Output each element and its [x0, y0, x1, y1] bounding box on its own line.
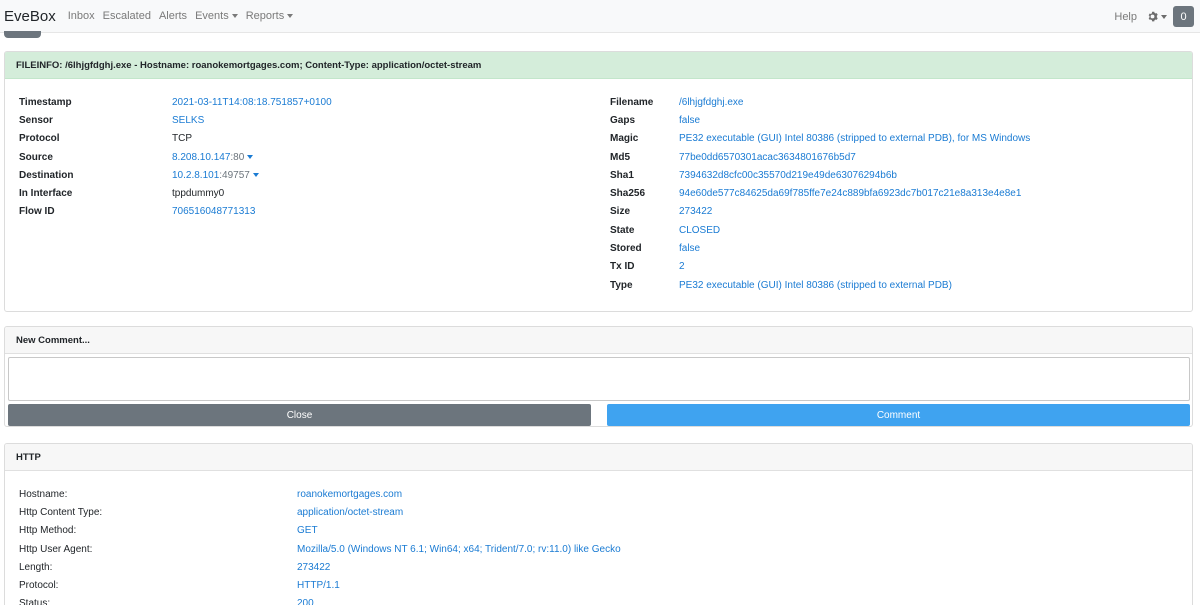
- size-label: Size: [610, 205, 631, 217]
- http-length-value[interactable]: 273422: [297, 560, 330, 574]
- http-card: HTTP Hostname: roanokemortgages.com Http…: [4, 443, 1193, 605]
- http-status-label: Status:: [19, 597, 51, 605]
- type-value[interactable]: PE32 executable (GUI) Intel 80386 (strip…: [679, 278, 952, 292]
- settings-dropdown[interactable]: [1147, 11, 1167, 22]
- brand-logo[interactable]: EveBox: [4, 0, 56, 33]
- destination-label: Destination: [19, 169, 74, 181]
- source-ip[interactable]: 8.208.10.147: [172, 152, 230, 163]
- chevron-down-icon[interactable]: [252, 173, 259, 177]
- magic-label: Magic: [610, 132, 639, 144]
- in-interface-value: tppdummy0: [172, 187, 225, 199]
- http-method-label: Http Method:: [19, 524, 77, 536]
- http-content-type-value[interactable]: application/octet-stream: [297, 505, 403, 519]
- nav-reports-dropdown[interactable]: Reports: [246, 0, 294, 33]
- tx-id-label: Tx ID: [610, 260, 635, 272]
- fileinfo-card: FILEINFO: /6lhjgfdghj.exe - Hostname: ro…: [4, 51, 1193, 312]
- chevron-down-icon[interactable]: [247, 155, 254, 159]
- sha1-label: Sha1: [610, 169, 634, 181]
- sha1-value[interactable]: 7394632d8cfc00c35570d219e49de63076294b6b: [679, 168, 897, 182]
- http-length-label: Length:: [19, 561, 53, 573]
- http-protocol-value[interactable]: HTTP/1.1: [297, 578, 340, 592]
- comment-button[interactable]: Comment: [607, 404, 1190, 426]
- sensor-value[interactable]: SELKS: [172, 113, 204, 127]
- protocol-label: Protocol: [19, 132, 60, 144]
- navbar: EveBox Inbox Escalated Alerts Events Rep…: [0, 0, 1200, 33]
- destination-port: :49757: [219, 169, 250, 181]
- nav-reports-label: Reports: [245, 9, 285, 22]
- comment-header: New Comment...: [5, 327, 1192, 354]
- navbar-right: Help 0: [1114, 0, 1194, 33]
- size-value[interactable]: 273422: [679, 204, 712, 218]
- sha256-label: Sha256: [610, 187, 646, 199]
- gaps-label: Gaps: [610, 114, 636, 126]
- sensor-label: Sensor: [19, 114, 53, 126]
- state-label: State: [610, 224, 635, 236]
- flow-id-label: Flow ID: [19, 205, 55, 217]
- timestamp-label: Timestamp: [19, 96, 72, 108]
- magic-value[interactable]: PE32 executable (GUI) Intel 80386 (strip…: [679, 131, 1030, 145]
- state-value[interactable]: CLOSED: [679, 223, 720, 237]
- timestamp-value[interactable]: 2021-03-11T14:08:18.751857+0100: [172, 95, 332, 109]
- nav-events-label: Events: [195, 9, 229, 22]
- source-port: :80: [230, 151, 245, 163]
- sha256-value[interactable]: 94e60de577c84625da69f785ffe7e24c889bfa69…: [679, 186, 1021, 200]
- close-button[interactable]: Close: [8, 404, 591, 426]
- nav-escalated[interactable]: Escalated: [103, 0, 151, 33]
- destination-ip[interactable]: 10.2.8.101: [172, 170, 219, 181]
- tx-id-value[interactable]: 2: [679, 259, 685, 273]
- chevron-down-icon: [287, 14, 294, 18]
- http-hostname-value[interactable]: roanokemortgages.com: [297, 487, 402, 501]
- comment-card: New Comment... Close Comment: [4, 326, 1193, 427]
- md5-value[interactable]: 77be0dd6570301acac3634801676b5d7: [679, 150, 856, 164]
- source-label: Source: [19, 151, 53, 163]
- stored-label: Stored: [610, 242, 642, 254]
- http-user-agent-label: Http User Agent:: [19, 543, 93, 555]
- http-hostname-label: Hostname:: [19, 488, 68, 500]
- destination-value[interactable]: 10.2.8.101:49757: [172, 168, 259, 182]
- nav-inbox[interactable]: Inbox: [68, 0, 95, 33]
- count-badge[interactable]: 0: [1173, 6, 1194, 27]
- http-user-agent-value[interactable]: Mozilla/5.0 (Windows NT 6.1; Win64; x64;…: [297, 542, 621, 556]
- http-header: HTTP: [5, 444, 1192, 471]
- gear-icon: [1148, 11, 1158, 22]
- http-content-type-label: Http Content Type:: [19, 506, 103, 518]
- back-button[interactable]: [4, 31, 41, 38]
- http-status-value[interactable]: 200: [297, 596, 314, 605]
- gaps-value[interactable]: false: [679, 113, 700, 127]
- nav-events-dropdown[interactable]: Events: [195, 0, 238, 33]
- http-protocol-label: Protocol:: [19, 579, 59, 591]
- flow-id-value[interactable]: 706516048771313: [172, 204, 255, 218]
- type-label: Type: [610, 279, 633, 291]
- http-method-value[interactable]: GET: [297, 523, 318, 537]
- filename-value[interactable]: /6lhjgfdghj.exe: [679, 95, 744, 109]
- md5-label: Md5: [610, 151, 630, 163]
- source-value[interactable]: 8.208.10.147:80: [172, 150, 254, 164]
- comment-textarea[interactable]: [8, 357, 1190, 401]
- in-interface-label: In Interface: [19, 187, 73, 199]
- filename-label: Filename: [610, 96, 654, 108]
- nav-alerts[interactable]: Alerts: [159, 0, 187, 33]
- chevron-down-icon: [231, 14, 238, 18]
- fileinfo-header: FILEINFO: /6lhjgfdghj.exe - Hostname: ro…: [5, 52, 1192, 79]
- protocol-value: TCP: [172, 132, 192, 144]
- nav-help[interactable]: Help: [1114, 11, 1137, 23]
- chevron-down-icon: [1161, 14, 1167, 19]
- stored-value[interactable]: false: [679, 241, 700, 255]
